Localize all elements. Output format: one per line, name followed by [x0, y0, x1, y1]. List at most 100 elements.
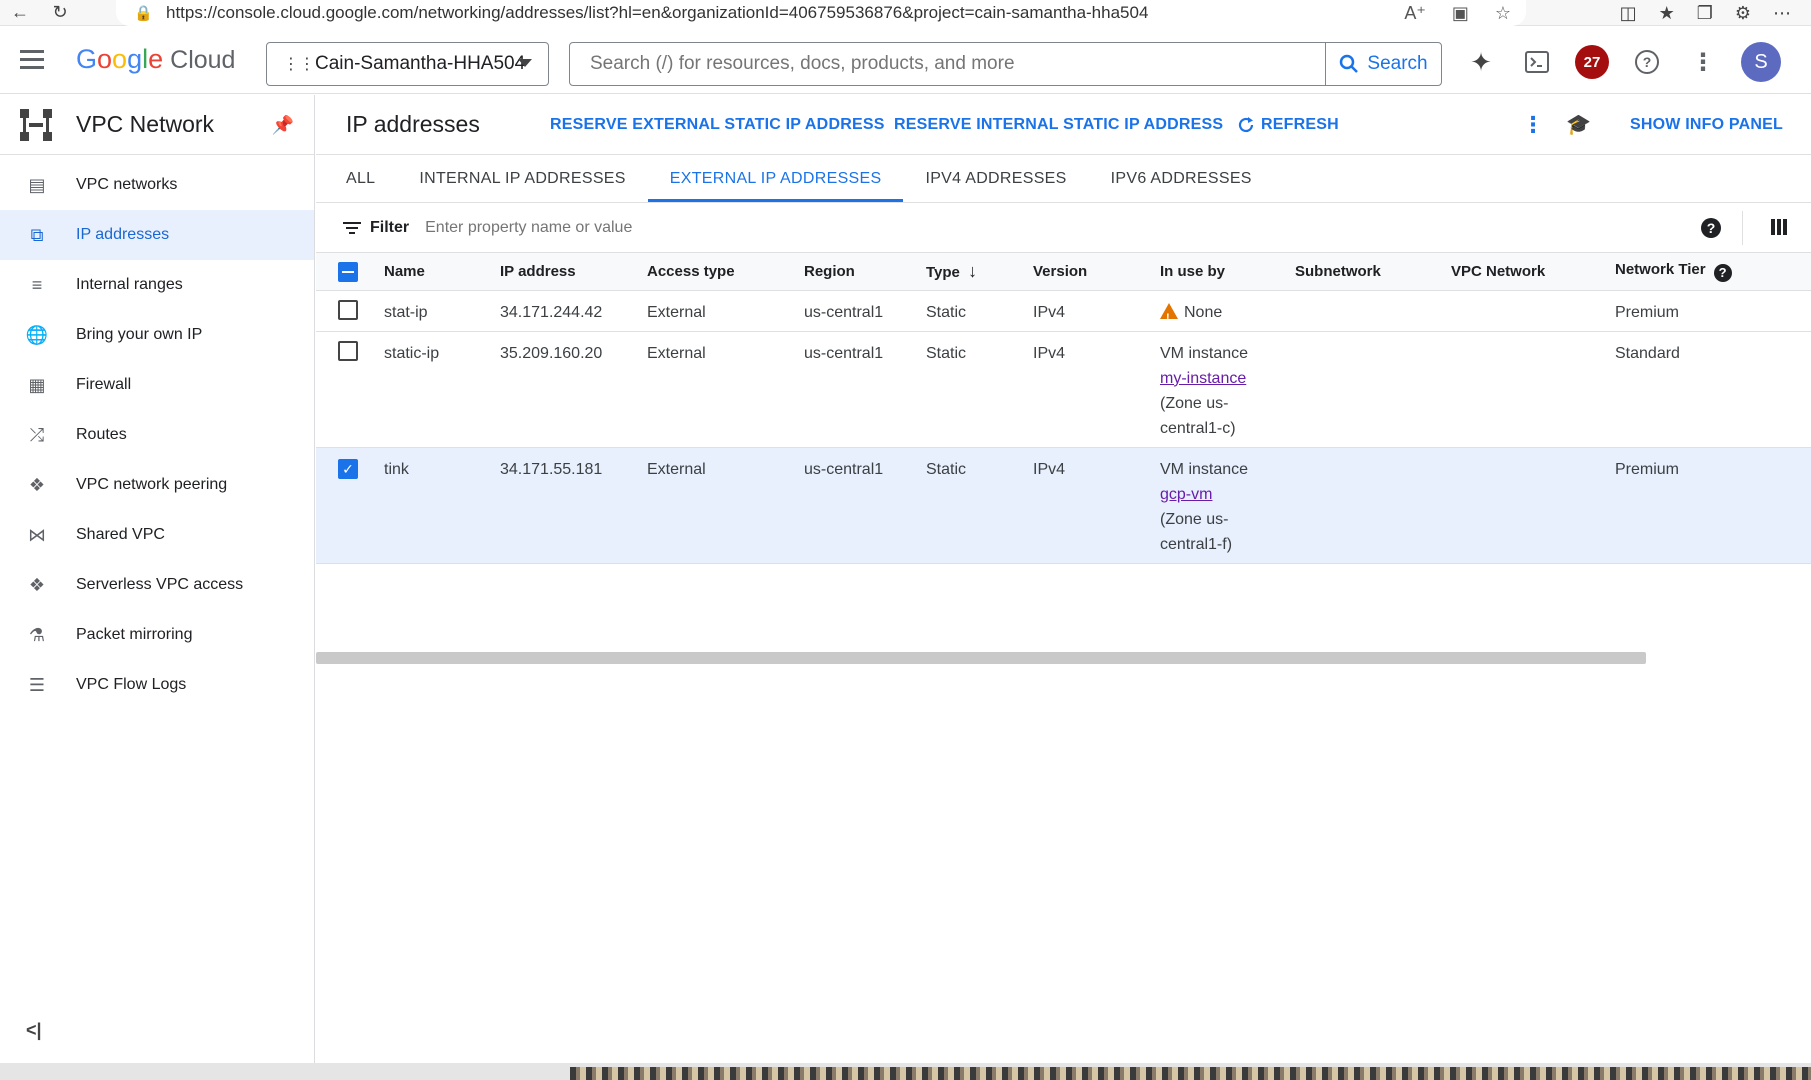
- row-checkbox[interactable]: ✓: [338, 459, 358, 479]
- col-ip-address[interactable]: IP address: [500, 253, 647, 291]
- more-icon[interactable]: ⋯: [1773, 3, 1791, 24]
- col-region[interactable]: Region: [804, 253, 926, 291]
- refresh-button[interactable]: REFRESH: [1237, 116, 1339, 134]
- search-input[interactable]: [570, 43, 1325, 85]
- sidebar-item-firewall[interactable]: ▦ Firewall: [0, 360, 314, 410]
- tab-external-ip-addresses[interactable]: EXTERNAL IP ADDRESSES: [647, 170, 904, 202]
- cell-subnetwork: [1295, 331, 1451, 448]
- tab-bar: ALL INTERNAL IP ADDRESSES EXTERNAL IP ADDR…: [316, 155, 1811, 203]
- filter-help-icon[interactable]: ?: [1701, 218, 1721, 238]
- cell-access-type: External: [647, 447, 804, 564]
- cell-vpc-network: [1451, 290, 1615, 332]
- filter-input[interactable]: [425, 218, 1026, 237]
- shared-vpc-icon: ⋈: [28, 524, 46, 545]
- browser-actions: ◫ ★ ❐ ⚙ ⋯: [1620, 0, 1811, 26]
- filter-label: Filter: [370, 218, 410, 236]
- tab-ipv4-addresses[interactable]: IPV4 ADDRESSES: [903, 170, 1088, 202]
- vpc-networks-icon: ▤: [28, 174, 46, 195]
- show-info-panel-button[interactable]: SHOW INFO PANEL: [1630, 116, 1783, 134]
- horizontal-scrollbar[interactable]: [316, 652, 1646, 664]
- table-row[interactable]: static-ip 35.209.160.20 External us-central…: [316, 331, 1811, 448]
- sidebar-item-serverless-vpc-access[interactable]: ❖ Serverless VPC access: [0, 560, 314, 610]
- sidebar-item-vpc-networks[interactable]: ▤ VPC networks: [0, 160, 314, 210]
- google-cloud-logo[interactable]: Google Cloud: [76, 44, 235, 75]
- sidebar-item-label: VPC network peering: [76, 476, 228, 493]
- cell-ip: 34.171.244.42: [500, 290, 647, 332]
- extensions-icon[interactable]: ⚙: [1735, 3, 1751, 24]
- cell-region: us-central1: [804, 447, 926, 564]
- pin-icon[interactable]: 📌: [272, 115, 294, 136]
- app-available-icon[interactable]: ▣: [1452, 3, 1469, 24]
- cell-region: us-central1: [804, 331, 926, 448]
- sidebar-item-packet-mirroring[interactable]: ⚗ Packet mirroring: [0, 610, 314, 660]
- tab-internal-ip-addresses[interactable]: INTERNAL IP ADDRESSES: [397, 170, 647, 202]
- search-button[interactable]: Search: [1325, 43, 1441, 85]
- cell-subnetwork: [1295, 447, 1451, 564]
- routes-icon: ⤮: [29, 424, 45, 445]
- sidebar-item-label: Shared VPC: [76, 526, 165, 543]
- select-all-checkbox[interactable]: [338, 262, 358, 283]
- avatar[interactable]: S: [1741, 42, 1781, 82]
- in-use-type: VM instance: [1160, 344, 1249, 362]
- col-name[interactable]: Name: [384, 253, 500, 291]
- col-type[interactable]: Type ↓: [926, 253, 1033, 291]
- menu-icon[interactable]: [20, 50, 58, 69]
- address-bar[interactable]: 🔒 https://console.cloud.google.com/netwo…: [116, 0, 1526, 26]
- project-picker[interactable]: ⋮⋮ Cain-Samantha-HHA504: [266, 42, 549, 86]
- column-display-icon[interactable]: [1771, 219, 1787, 235]
- col-subnetwork[interactable]: Subnetwork: [1295, 253, 1451, 291]
- tab-ipv6-addresses[interactable]: IPV6 ADDRESSES: [1089, 170, 1274, 202]
- globe-icon: 🌐: [25, 324, 49, 345]
- sidebar-item-label: IP addresses: [76, 226, 170, 243]
- reserve-internal-button[interactable]: RESERVE INTERNAL STATIC IP ADDRESS: [894, 116, 1223, 134]
- favorites-icon[interactable]: ★: [1659, 3, 1675, 24]
- sidebar-item-internal-ranges[interactable]: ≡ Internal ranges: [0, 260, 314, 310]
- refresh-label: REFRESH: [1261, 115, 1339, 133]
- sidebar: VPC Network 📌 ▤ VPC networks ⧉ IP addresses…: [0, 95, 315, 1063]
- col-access-type[interactable]: Access type: [647, 253, 804, 291]
- sidebar-item-label: Serverless VPC access: [76, 576, 244, 593]
- col-vpc-network[interactable]: VPC Network: [1451, 253, 1615, 291]
- read-aloud-icon[interactable]: A⁺: [1404, 3, 1426, 24]
- collections-icon[interactable]: ❐: [1697, 3, 1713, 24]
- sidebar-item-bring-your-own-ip[interactable]: 🌐 Bring your own IP: [0, 310, 314, 360]
- collapse-sidebar-icon[interactable]: <|: [26, 1020, 42, 1041]
- cloud-shell-icon[interactable]: [1519, 44, 1555, 80]
- tab-all[interactable]: ALL: [324, 170, 397, 202]
- in-use-type: VM instance: [1160, 460, 1249, 478]
- in-use-none: None: [1184, 303, 1223, 321]
- reload-icon[interactable]: ↻: [40, 0, 80, 26]
- back-icon[interactable]: ←: [0, 0, 40, 26]
- sidebar-item-shared-vpc[interactable]: ⋈ Shared VPC: [0, 510, 314, 560]
- sidebar-item-vpc-flow-logs[interactable]: ☰ VPC Flow Logs: [0, 660, 314, 710]
- more-actions-icon[interactable]: ⋮: [1522, 112, 1544, 138]
- sort-arrow-down-icon[interactable]: ↓: [968, 261, 977, 281]
- filter-icon[interactable]: [342, 221, 362, 234]
- instance-link[interactable]: gcp-vm: [1160, 486, 1212, 503]
- table-row[interactable]: stat-ip 34.171.244.42 External us-central1 S…: [316, 290, 1811, 332]
- sidebar-item-ip-addresses[interactable]: ⧉ IP addresses: [0, 210, 314, 260]
- col-network-tier[interactable]: Network Tier?: [1615, 253, 1811, 291]
- url-text[interactable]: https://console.cloud.google.com/network…: [166, 3, 1148, 23]
- table-row[interactable]: ✓ tink 34.171.55.181 External us-central1 Sta…: [316, 447, 1811, 564]
- col-in-use-by[interactable]: In use by: [1160, 253, 1295, 291]
- reserve-external-button[interactable]: RESERVE EXTERNAL STATIC IP ADDRESS: [550, 116, 885, 134]
- row-checkbox[interactable]: [338, 299, 358, 320]
- favorite-star-icon[interactable]: ☆: [1495, 3, 1511, 24]
- notifications-badge[interactable]: 27: [1575, 45, 1609, 79]
- more-vert-icon[interactable]: ⋮: [1685, 44, 1721, 80]
- row-checkbox[interactable]: [338, 340, 358, 361]
- gemini-sparkle-icon[interactable]: ✦: [1463, 44, 1499, 80]
- help-icon[interactable]: ?: [1629, 44, 1665, 80]
- cell-in-use-by: VM instance gcp-vm (Zone us-central1-f): [1160, 447, 1295, 564]
- instance-link[interactable]: my-instance: [1160, 370, 1246, 387]
- filter-bar: Filter ?: [316, 203, 1811, 253]
- sidebar-item-routes[interactable]: ⤮ Routes: [0, 410, 314, 460]
- network-tier-help-icon[interactable]: ?: [1713, 263, 1732, 282]
- learn-icon[interactable]: 🎓: [1566, 112, 1591, 137]
- col-version[interactable]: Version: [1033, 253, 1160, 291]
- sidebar-item-vpc-network-peering[interactable]: ❖ VPC network peering: [0, 460, 314, 510]
- cell-type: Static: [926, 447, 1033, 564]
- cell-version: IPv4: [1033, 290, 1160, 332]
- split-screen-icon[interactable]: ◫: [1620, 3, 1637, 24]
